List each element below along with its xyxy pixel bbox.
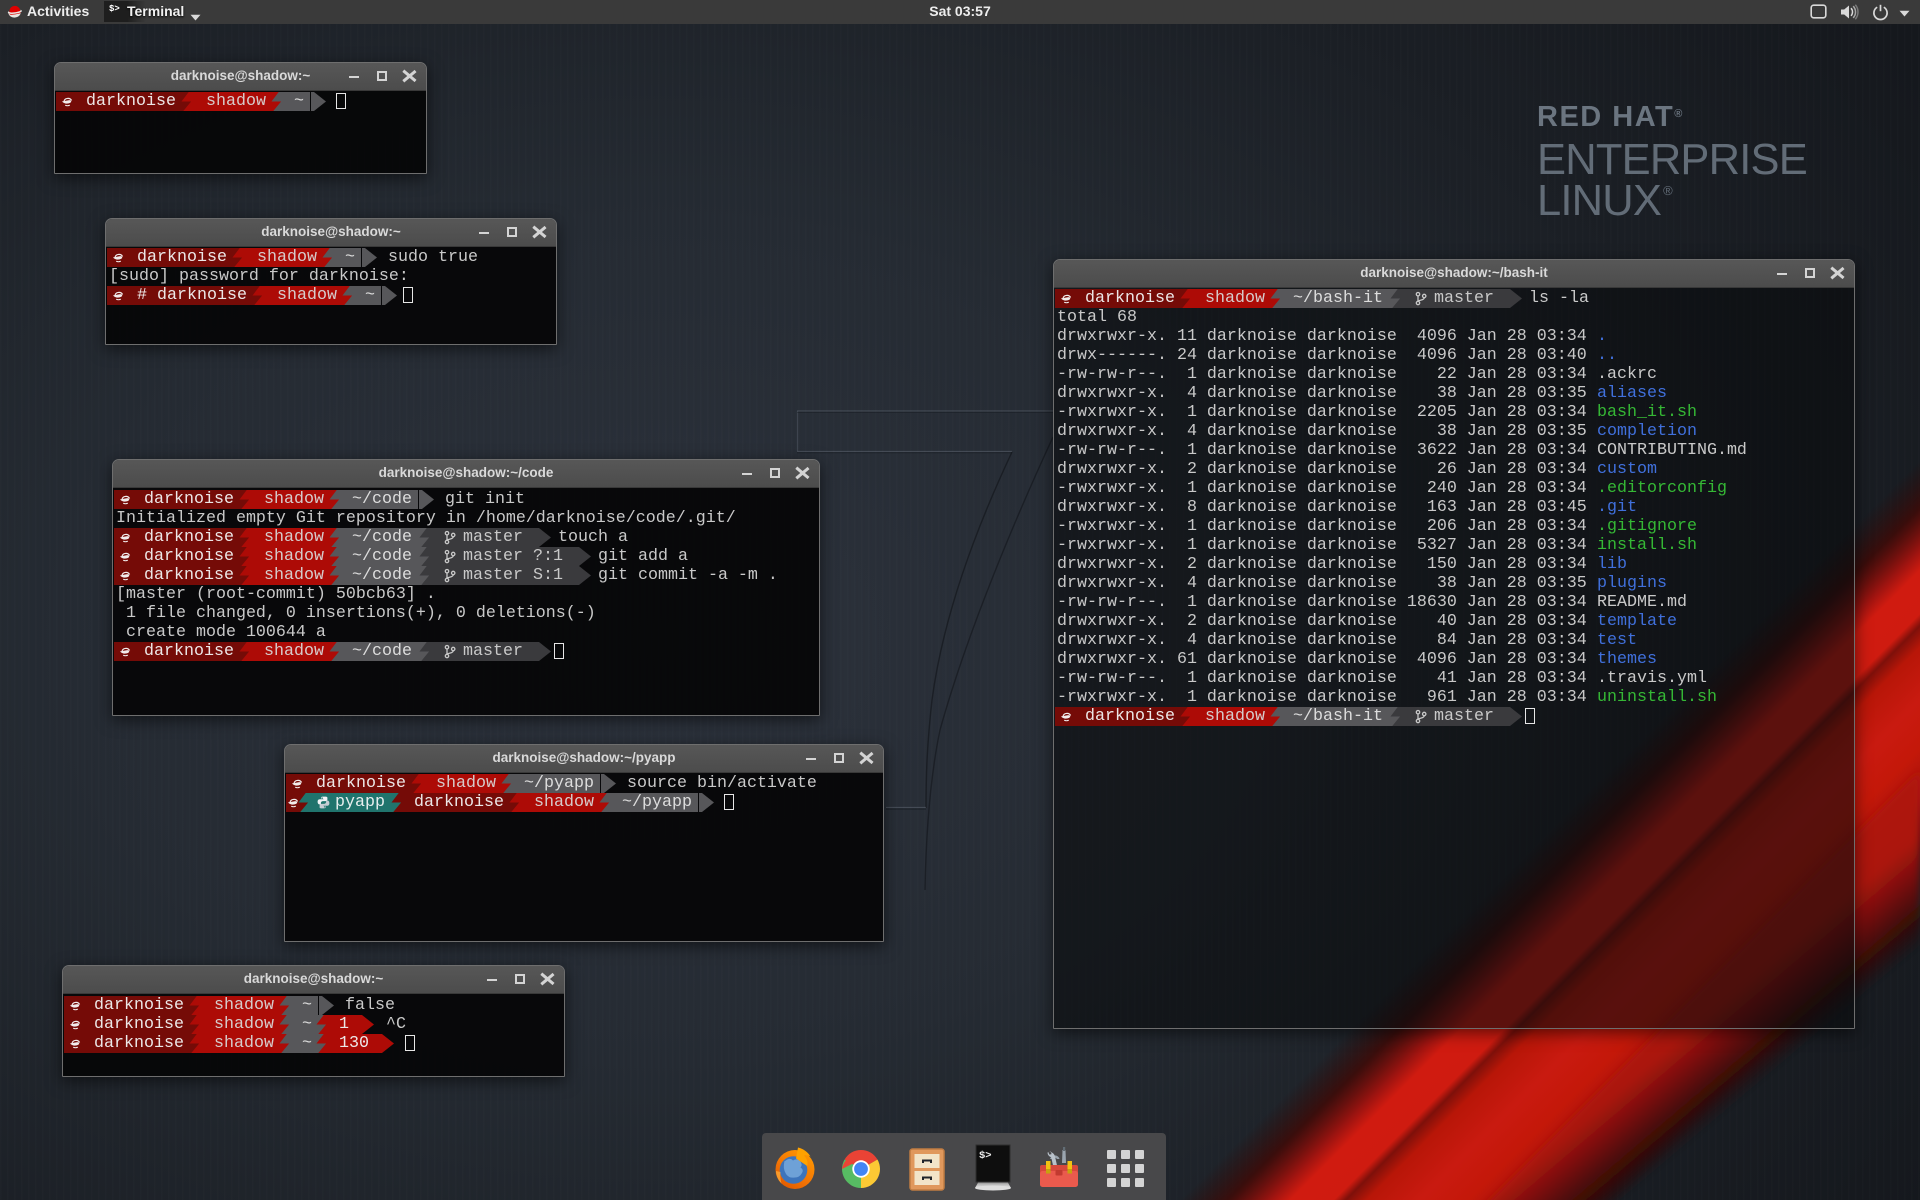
svg-text:$>: $>	[979, 1150, 992, 1162]
